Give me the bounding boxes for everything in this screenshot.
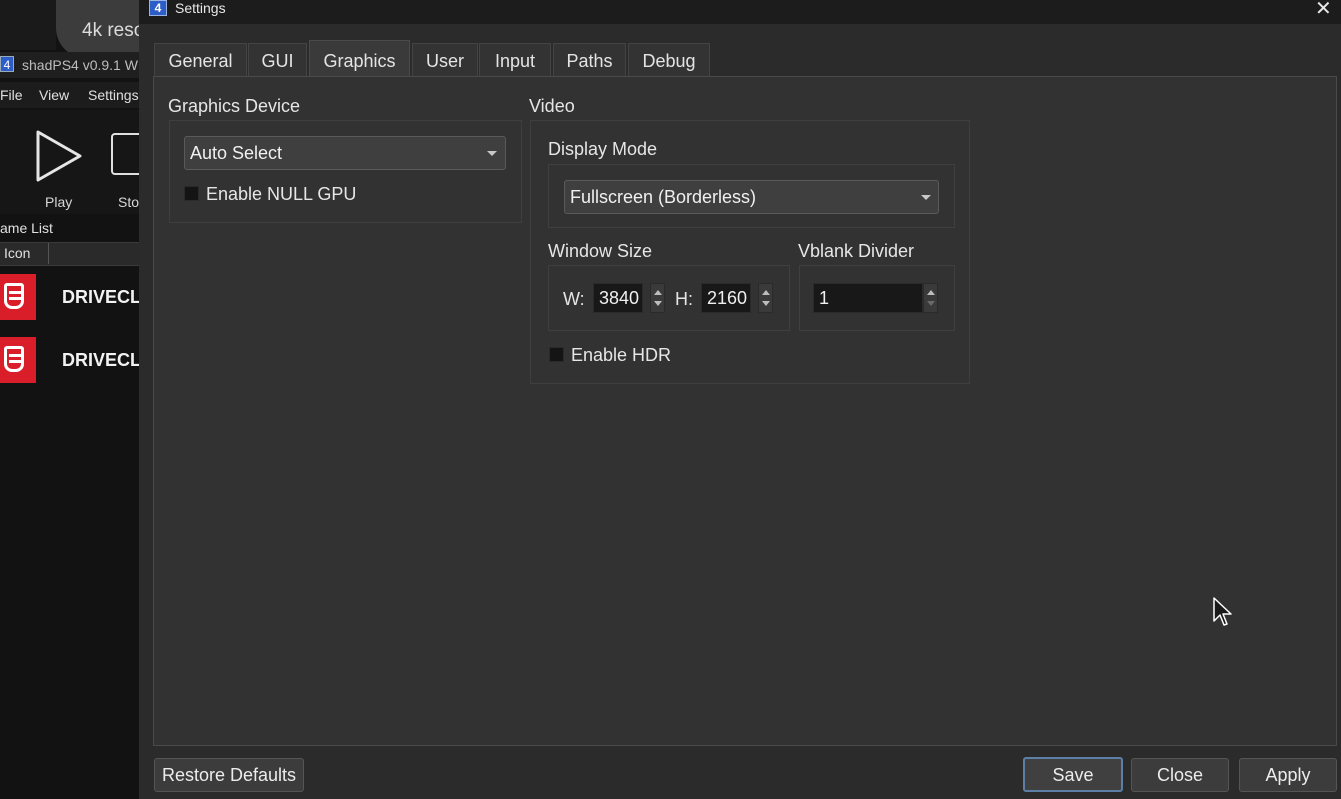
mouse-cursor-icon — [1213, 597, 1232, 626]
graphics-device-value: Auto Select — [190, 143, 283, 163]
column-separator — [48, 243, 49, 264]
height-label: H: — [675, 289, 693, 309]
height-spinner[interactable] — [758, 283, 773, 313]
tab-general[interactable]: General — [154, 43, 247, 76]
menu-view[interactable]: View — [39, 87, 69, 103]
close-button[interactable]: Close — [1131, 758, 1229, 792]
hdr-checkbox[interactable] — [549, 347, 564, 362]
dialog-title: Settings — [175, 0, 226, 16]
vblank-divider-title: Vblank Divider — [798, 241, 915, 261]
display-mode-select[interactable]: Fullscreen (Borderless) — [564, 180, 939, 214]
width-label: W: — [563, 289, 585, 309]
arrow-up-icon[interactable] — [654, 290, 662, 295]
null-gpu-checkbox[interactable] — [184, 186, 199, 201]
vblank-divider-spinner[interactable] — [923, 283, 938, 313]
chevron-down-icon — [487, 151, 497, 156]
play-label: Play — [45, 194, 73, 210]
apply-button[interactable]: Apply — [1239, 758, 1337, 792]
display-mode-value: Fullscreen (Borderless) — [570, 187, 757, 207]
window-size-title: Window Size — [548, 241, 653, 261]
drive-club-icon — [0, 337, 36, 383]
tab-graphics[interactable]: Graphics — [309, 40, 410, 77]
tab-paths[interactable]: Paths — [553, 43, 626, 76]
main-window-title: shadPS4 v0.9.1 W — [22, 57, 138, 73]
browser-edge — [0, 0, 56, 50]
menu-settings[interactable]: Settings — [88, 87, 139, 103]
chevron-down-icon — [921, 195, 931, 200]
column-header-icon[interactable]: Icon — [4, 245, 30, 261]
display-mode-title: Display Mode — [548, 139, 658, 159]
dialog-titlebar — [139, 0, 1341, 24]
save-button[interactable]: Save — [1023, 757, 1123, 792]
width-spinner[interactable] — [650, 283, 665, 313]
stop-icon[interactable] — [111, 133, 140, 175]
game-title[interactable]: DRIVECL — [62, 350, 140, 371]
game-list-label: ame List — [0, 220, 53, 236]
game-title[interactable]: DRIVECL — [62, 287, 140, 308]
drive-club-icon — [0, 274, 36, 320]
play-icon[interactable] — [34, 129, 84, 183]
tab-gui[interactable]: GUI — [248, 43, 307, 76]
arrow-up-icon[interactable] — [762, 290, 770, 295]
arrow-down-icon[interactable] — [762, 301, 770, 306]
graphics-device-select[interactable]: Auto Select — [184, 136, 506, 170]
height-input[interactable]: 2160 — [701, 283, 751, 313]
restore-defaults-button[interactable]: Restore Defaults — [154, 758, 304, 792]
width-input[interactable]: 3840 — [593, 283, 643, 313]
null-gpu-label: Enable NULL GPU — [206, 184, 357, 204]
shadps4-app-icon: 4 — [149, 0, 167, 16]
settings-dialog: 4 Settings ✕ General GUI Graphics User I… — [139, 0, 1341, 799]
tab-debug[interactable]: Debug — [628, 43, 710, 76]
main-window-background: 4 shadPS4 v0.9.1 W File View Settings Pl… — [0, 0, 140, 799]
stop-label: Sto — [118, 194, 140, 210]
close-icon[interactable]: ✕ — [1315, 0, 1332, 21]
browser-tab-title: 4k reso — [82, 20, 145, 41]
video-title: Video — [529, 96, 575, 116]
arrow-down-icon[interactable] — [927, 301, 935, 306]
shadps4-app-icon: 4 — [0, 56, 14, 72]
arrow-up-icon[interactable] — [927, 290, 935, 295]
graphics-device-title: Graphics Device — [168, 96, 301, 116]
tab-input[interactable]: Input — [479, 43, 551, 76]
hdr-label: Enable HDR — [571, 345, 672, 365]
menu-file[interactable]: File — [0, 87, 23, 103]
vblank-divider-input[interactable]: 1 — [813, 283, 923, 313]
tab-user[interactable]: User — [412, 43, 478, 76]
arrow-down-icon[interactable] — [654, 301, 662, 306]
